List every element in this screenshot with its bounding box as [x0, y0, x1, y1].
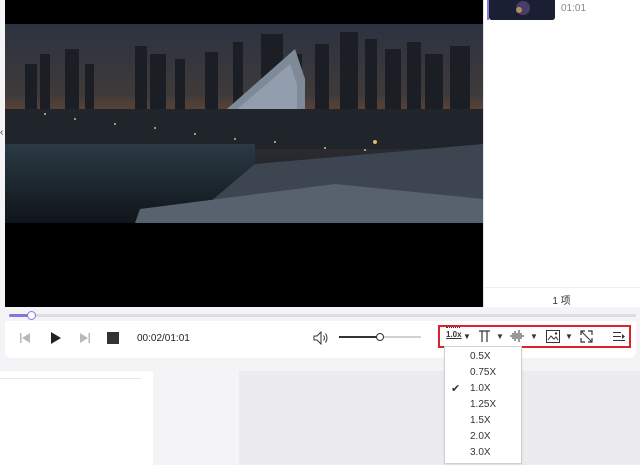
- checkmark-icon: ✔: [451, 383, 461, 395]
- next-icon[interactable]: [77, 330, 93, 346]
- playlist-item-duration: 01:01: [561, 3, 587, 14]
- chevron-down-icon[interactable]: ▼: [496, 332, 504, 341]
- audio-track-button[interactable]: [510, 328, 526, 344]
- video-frame-city-skyline: [5, 24, 483, 223]
- time-display: 00:02/01:01: [137, 333, 190, 344]
- divider: [483, 287, 640, 288]
- speed-option-3.0x[interactable]: 3.0X: [445, 445, 521, 461]
- image-button[interactable]: [545, 328, 561, 344]
- chevron-down-icon[interactable]: ▼: [530, 332, 538, 341]
- speed-option-1.5x[interactable]: 1.5X: [445, 413, 521, 429]
- speed-option-2.0x[interactable]: 2.0X: [445, 429, 521, 445]
- speed-option-label: 1.5X: [470, 415, 491, 426]
- fullscreen-button[interactable]: [578, 328, 594, 344]
- speed-menu: 0.5X 0.75X ✔ 1.0X 1.25X 1.5X 2.0X 3.0X: [444, 346, 522, 464]
- playlist-thumbnail[interactable]: [489, 0, 555, 20]
- play-icon: [51, 332, 61, 344]
- video-player[interactable]: [5, 0, 483, 307]
- lower-middle-panel: [153, 371, 239, 465]
- speed-label: 1.0x: [446, 330, 462, 339]
- lower-left-panel: [0, 371, 153, 465]
- thumbnail-image: [489, 0, 555, 20]
- collapse-arrow-icon[interactable]: ‹: [0, 128, 5, 138]
- playlist-count: 1 项: [552, 296, 571, 307]
- playlist-icon: [613, 331, 625, 341]
- divider: [0, 378, 141, 379]
- progress-handle[interactable]: [27, 311, 36, 320]
- speed-option-0.5x[interactable]: 0.5X: [445, 349, 521, 365]
- subtitle-button[interactable]: [477, 328, 491, 344]
- lower-right-panel: [239, 371, 640, 465]
- stop-button[interactable]: [106, 331, 120, 345]
- playlist-panel: [483, 0, 640, 307]
- volume-fill: [339, 336, 380, 338]
- chevron-down-icon[interactable]: ▼: [565, 332, 573, 341]
- progress-bar[interactable]: [9, 314, 636, 317]
- speed-option-0.75x[interactable]: 0.75X: [445, 365, 521, 381]
- speed-option-label: 0.75X: [470, 367, 497, 378]
- speaker-icon: [313, 331, 328, 345]
- speed-option-1.0x[interactable]: ✔ 1.0X: [445, 381, 521, 397]
- speed-option-label: 1.0X: [470, 383, 491, 394]
- waveform-icon: [510, 330, 524, 342]
- speed-option-label: 3.0X: [470, 447, 491, 458]
- image-settings-icon: [546, 329, 560, 343]
- playlist-toggle-button[interactable]: [611, 329, 627, 343]
- previous-icon[interactable]: [17, 330, 33, 346]
- speed-option-1.25x[interactable]: 1.25X: [445, 397, 521, 413]
- fullscreen-icon: [579, 329, 593, 343]
- speed-option-label: 0.5X: [470, 351, 491, 362]
- volume-handle[interactable]: [376, 333, 384, 341]
- speed-option-label: 2.0X: [470, 431, 491, 442]
- text-icon: [478, 329, 490, 342]
- stop-icon: [107, 332, 119, 344]
- play-button[interactable]: [47, 329, 65, 347]
- chevron-down-icon[interactable]: ▼: [463, 332, 471, 341]
- volume-button[interactable]: [312, 330, 330, 346]
- speed-option-label: 1.25X: [470, 399, 497, 410]
